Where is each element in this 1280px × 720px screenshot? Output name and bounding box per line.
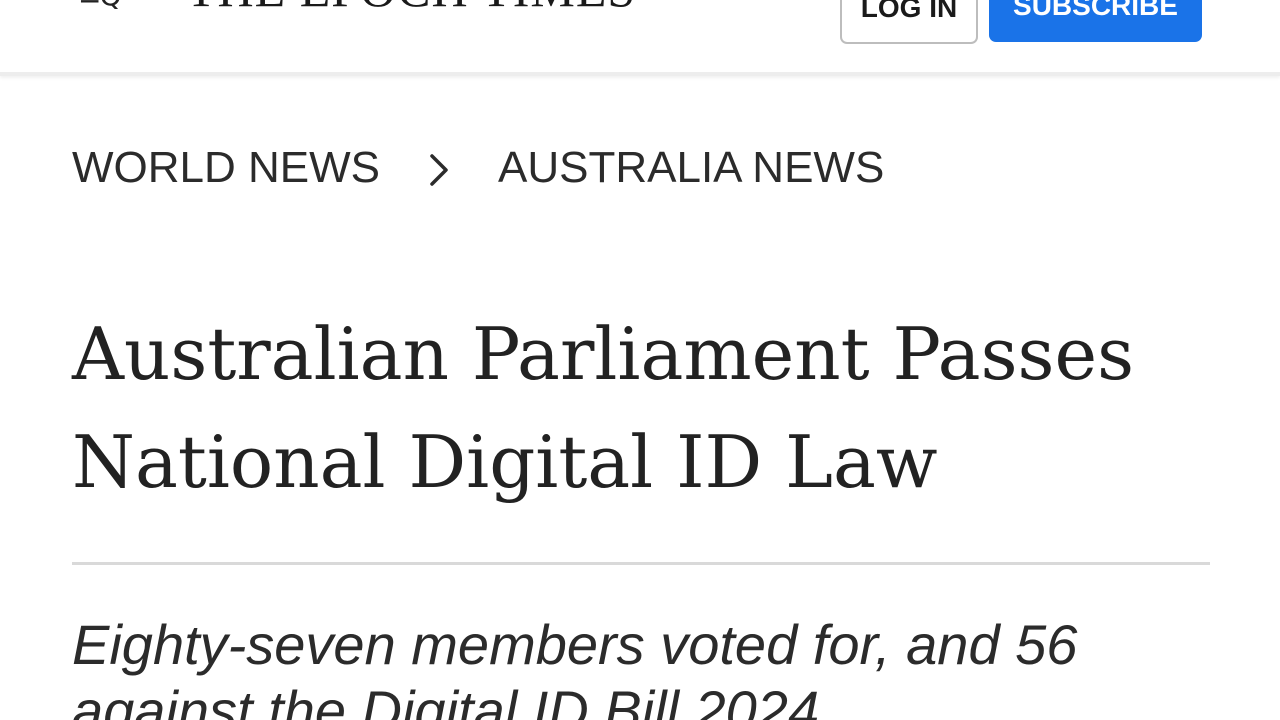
breadcrumb: WORLD NEWS AUSTRALIA NEWS bbox=[72, 142, 884, 194]
breadcrumb-australia-news[interactable]: AUSTRALIA NEWS bbox=[498, 142, 884, 194]
site-logo[interactable]: THE EPOCH TIMES bbox=[186, 0, 636, 14]
article-subheading: Eighty-seven members voted for, and 56 a… bbox=[72, 612, 1232, 720]
headline-divider bbox=[72, 562, 1210, 565]
article-headline: Australian Parliament Passes National Di… bbox=[72, 300, 1232, 516]
subscribe-button[interactable]: SUBSCRIBE bbox=[989, 0, 1202, 42]
login-button[interactable]: LOG IN bbox=[840, 0, 978, 44]
breadcrumb-world-news[interactable]: WORLD NEWS bbox=[72, 142, 380, 194]
headline-line: Australian Parliament Passes bbox=[72, 312, 1135, 396]
chevron-right-icon bbox=[380, 142, 498, 194]
subheading-line: Eighty-seven members voted for, and 56 bbox=[72, 613, 1078, 676]
menu-search-icon[interactable]: ≡Q bbox=[78, 0, 121, 10]
article-page: ≡Q THE EPOCH TIMES LOG IN SUBSCRIBE WORL… bbox=[0, 0, 1280, 720]
subheading-line: against the Digital ID Bill 2024. bbox=[72, 679, 835, 720]
headline-line: National Digital ID Law bbox=[72, 420, 938, 504]
site-header: ≡Q THE EPOCH TIMES LOG IN SUBSCRIBE bbox=[0, 0, 1280, 76]
